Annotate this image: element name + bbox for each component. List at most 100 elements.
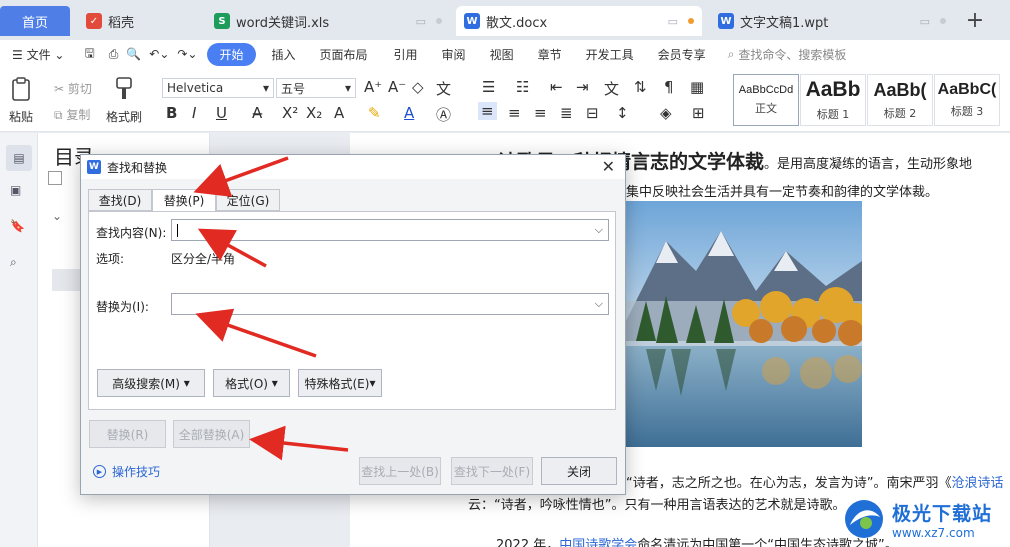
tab-find[interactable]: 查找(D) (88, 189, 152, 211)
justify-icon[interactable]: ≣ (560, 104, 573, 122)
char-border-icon[interactable]: Ⓐ (436, 104, 451, 125)
clear-format-icon[interactable]: ◇ (412, 78, 424, 96)
tips-link[interactable]: ▶ 操作技巧 (93, 463, 160, 480)
replace-pane: 查找内容(N): ⌵ 选项: 区分全/半角 替换为(I): ⌵ 高级搜索(M) … (88, 211, 616, 410)
outdent-icon[interactable]: ⇤ (550, 78, 563, 96)
menu-insert[interactable]: 插入 (262, 46, 306, 63)
menu-dev-tools[interactable]: 开发工具 (574, 46, 646, 63)
doc-link[interactable]: 中国诗歌学会 (559, 538, 637, 547)
style-heading-3[interactable]: AaBbC(标题 3 (934, 74, 1000, 126)
underline-icon[interactable]: U (216, 104, 227, 122)
menu-view[interactable]: 视图 (478, 46, 526, 63)
replace-input[interactable]: ⌵ (171, 293, 609, 315)
format-painter-button[interactable]: 格式刷 (106, 76, 142, 125)
tab-label: 稻壳 (108, 15, 135, 31)
menu-start[interactable]: 开始 (207, 42, 256, 66)
superscript-icon[interactable]: X² (282, 104, 298, 122)
print-preview-icon[interactable]: 🔍 (122, 47, 145, 61)
find-next-button[interactable]: 查找下一处(F) (451, 457, 533, 485)
tab-replace[interactable]: 替换(P) (152, 189, 216, 212)
chinese-layout-icon[interactable]: 文 (604, 78, 619, 99)
font-color-icon[interactable]: A (404, 104, 414, 122)
shading-icon[interactable]: ◈ (660, 104, 672, 122)
line-spacing-icon[interactable]: ↕ (616, 104, 629, 122)
align-left-icon[interactable]: ≡ (478, 102, 497, 120)
close-icon[interactable]: ✕ (602, 157, 615, 176)
find-input[interactable]: ⌵ (171, 219, 609, 241)
align-right-icon[interactable]: ≡ (534, 104, 547, 122)
font-family-select[interactable]: Helvetica ▾ (162, 78, 274, 98)
find-previous-button[interactable]: 查找上一处(B) (359, 457, 441, 485)
table-icon[interactable]: ▦ (690, 78, 704, 96)
numbered-list-icon[interactable]: ☷ (516, 78, 529, 96)
show-marks-icon[interactable]: ¶ (664, 78, 674, 96)
redo-icon[interactable]: ↷⌄ (173, 47, 201, 61)
font-size-select[interactable]: 五号 ▾ (276, 78, 356, 98)
italic-icon[interactable]: I (192, 104, 196, 122)
distribute-icon[interactable]: ⊟ (586, 104, 599, 122)
grow-font-icon[interactable]: A⁺ (364, 78, 382, 96)
replace-all-button[interactable]: 全部替换(A) (173, 420, 250, 448)
watermark-logo (845, 500, 883, 538)
menu-file[interactable]: ☰ 文件 ⌄ (0, 46, 74, 63)
text-effect-icon[interactable]: A (334, 104, 344, 122)
menu-chapter[interactable]: 章节 (526, 46, 574, 63)
paste-button[interactable]: 粘贴 (8, 76, 34, 125)
new-tab-button[interactable]: + (962, 8, 988, 33)
dialog-titlebar[interactable]: W 查找和替换 (81, 155, 625, 179)
sort-icon[interactable]: ⇅ (634, 78, 647, 96)
window-icon[interactable]: ▭ (920, 15, 930, 28)
menu-bar: ☰ 文件 ⌄ 🖫 ⎙ 🔍 ↶⌄ ↷⌄ 开始 插入 页面布局 引用 审阅 视图 章… (0, 40, 1010, 68)
menu-member[interactable]: 会员专享 (646, 46, 718, 63)
chevron-down-icon[interactable]: ⌵ (595, 223, 603, 237)
collapse-toggle[interactable] (48, 171, 62, 185)
tab-goto[interactable]: 定位(G) (216, 189, 280, 211)
tab-daoke[interactable]: ✓ 稻壳 (78, 6, 198, 36)
bold-icon[interactable]: B (166, 104, 177, 122)
bookmark-icon[interactable]: 🔖 (10, 219, 28, 237)
bullet-list-icon[interactable]: ☰ (482, 78, 495, 96)
chevron-down-icon[interactable]: ⌵ (595, 297, 603, 311)
advanced-search-button[interactable]: 高级搜索(M) ▾ (97, 369, 205, 397)
close-button[interactable]: 关闭 (541, 457, 617, 485)
search-icon[interactable]: ⌕ (10, 255, 28, 273)
format-button[interactable]: 格式(O) ▾ (213, 369, 290, 397)
tab-home[interactable]: 首页 (0, 6, 70, 36)
special-format-button[interactable]: 特殊格式(E) ▾ (298, 369, 382, 397)
style-heading-2[interactable]: AaBb(标题 2 (867, 74, 933, 126)
tab-xls[interactable]: S word关键词.xls ▭ (206, 6, 450, 36)
nav-item-selected[interactable] (52, 269, 80, 291)
chapter-icon[interactable]: ▣ (10, 183, 28, 201)
menu-review[interactable]: 审阅 (430, 46, 478, 63)
cut-button[interactable]: ✂ 剪切 (54, 80, 92, 97)
doc-link[interactable]: 沧浪诗话 (951, 476, 1003, 491)
window-icon[interactable]: ▭ (668, 15, 678, 28)
chevron-down-icon[interactable]: ⌄ (52, 209, 62, 223)
undo-icon[interactable]: ↶⌄ (145, 47, 173, 61)
indent-icon[interactable]: ⇥ (576, 78, 589, 96)
pinyin-icon[interactable]: 文 (436, 78, 451, 99)
strikethrough-icon[interactable]: A̶ (252, 104, 262, 122)
daoke-icon: ✓ (86, 13, 102, 29)
outline-icon[interactable]: ▤ (6, 145, 32, 171)
watermark-url: www.xz7.com (892, 525, 975, 540)
shrink-font-icon[interactable]: A⁻ (388, 78, 406, 96)
menu-references[interactable]: 引用 (382, 46, 430, 63)
doc-line: “诗者，志之所之也。在心为志，发言为诗”。南宋严羽《沧浪诗话 (626, 472, 1004, 491)
align-center-icon[interactable]: ≡ (508, 104, 521, 122)
subscript-icon[interactable]: X₂ (306, 104, 322, 122)
copy-button[interactable]: ⧉ 复制 (54, 106, 90, 123)
save-icon[interactable]: 🖫 (74, 44, 104, 65)
command-search[interactable]: ⌕ 查找命令、搜索模板 (718, 46, 857, 63)
highlight-icon[interactable]: ✎ (368, 104, 381, 122)
tab-wpt[interactable]: W 文字文稿1.wpt ▭ (710, 6, 954, 36)
menu-page-layout[interactable]: 页面布局 (306, 46, 382, 63)
style-normal[interactable]: AaBbCcDd 正文 (733, 74, 799, 126)
window-icon[interactable]: ▭ (416, 15, 426, 28)
replace-button[interactable]: 替换(R) (89, 420, 166, 448)
style-heading-1[interactable]: AaBb 标题 1 (800, 74, 866, 126)
borders-icon[interactable]: ⊞ (692, 104, 705, 122)
tab-sanwen[interactable]: W 散文.docx ▭ (456, 6, 702, 36)
print-icon[interactable]: ⎙ (105, 47, 123, 62)
paste-icon (12, 77, 30, 101)
